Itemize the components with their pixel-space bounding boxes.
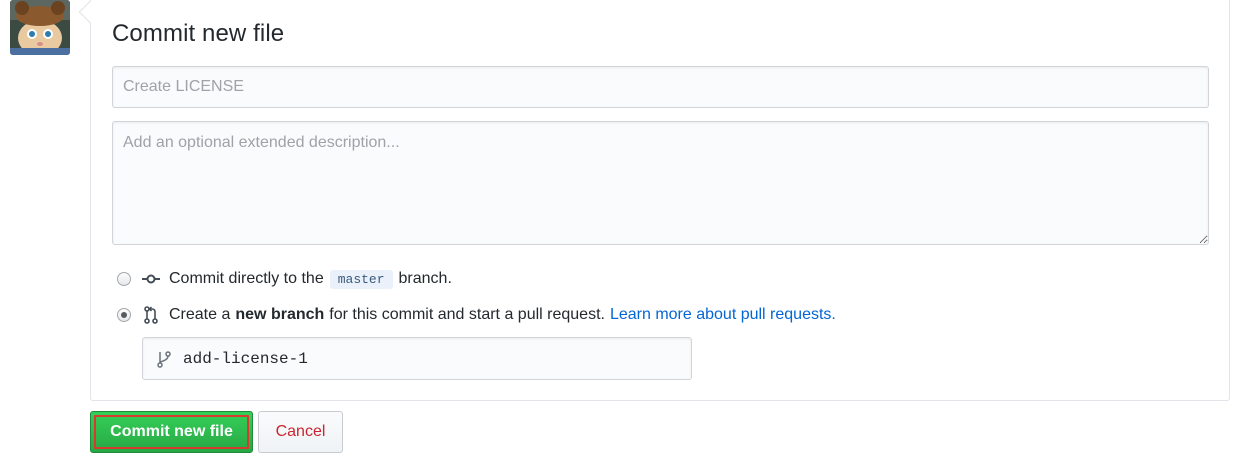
new-branch-radio[interactable] — [117, 308, 131, 322]
commit-direct-option[interactable]: Commit directly to the master branch. — [117, 269, 452, 289]
new-branch-text-before: Create a — [169, 306, 231, 323]
avatar[interactable] — [10, 0, 70, 55]
git-commit-icon — [142, 270, 160, 288]
commit-direct-suffix: branch. — [398, 270, 452, 287]
git-pull-request-icon — [142, 306, 160, 324]
commit-direct-text: Commit directly to the — [169, 270, 324, 287]
learn-more-pull-requests-link[interactable]: Learn more about pull requests. — [610, 306, 836, 324]
commit-description-textarea[interactable] — [112, 121, 1209, 245]
new-branch-bold-text: new branch — [235, 306, 325, 323]
new-branch-option[interactable]: Create a new branch for this commit and … — [117, 305, 836, 325]
commit-summary-input[interactable] — [112, 66, 1209, 108]
git-branch-icon — [157, 350, 173, 368]
commit-direct-radio[interactable] — [117, 272, 131, 286]
commit-heading: Commit new file — [112, 20, 285, 47]
commit-new-file-button[interactable]: Commit new file — [90, 411, 253, 453]
branch-name-field[interactable] — [142, 337, 692, 380]
commit-new-file-label: Commit new file — [94, 415, 249, 449]
branch-name-input[interactable] — [183, 338, 683, 379]
new-branch-text-after: for this commit and start a pull request… — [329, 306, 605, 323]
commit-form-page: Commit new file Commit directly to the m… — [0, 0, 1249, 466]
cancel-button[interactable]: Cancel — [258, 411, 343, 453]
branch-name-chip: master — [329, 269, 393, 289]
